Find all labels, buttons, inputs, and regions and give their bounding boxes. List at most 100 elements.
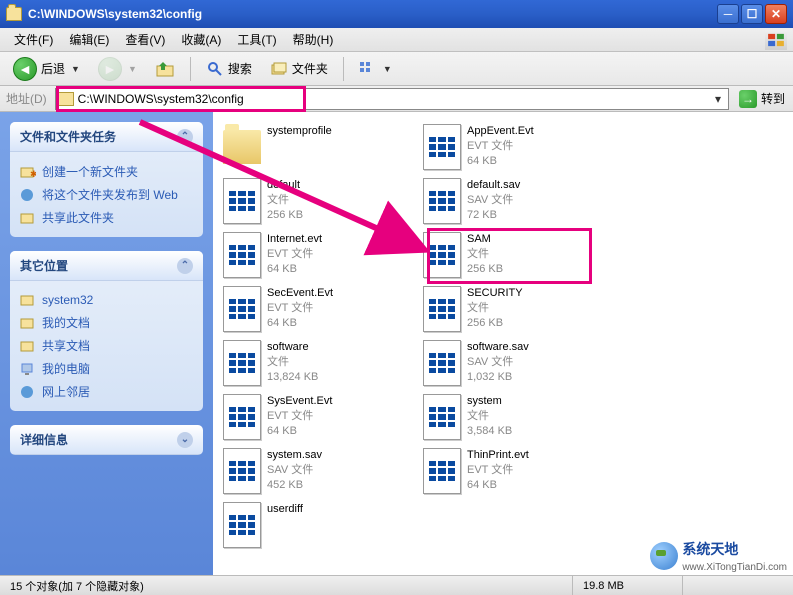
file-meta: SAM文件256 KB [467, 232, 503, 278]
chevron-down-icon: ⌄ [177, 432, 193, 448]
folders-button[interactable]: 文件夹 [263, 56, 335, 82]
menu-favorites[interactable]: 收藏(A) [173, 29, 229, 50]
file-item[interactable]: SecEvent.EvtEVT 文件64 KB [221, 282, 421, 336]
go-button[interactable]: → 转到 [735, 88, 789, 110]
menu-file[interactable]: 文件(F) [6, 29, 61, 50]
file-meta: ThinPrint.evtEVT 文件64 KB [467, 448, 529, 494]
file-size: 64 KB [267, 424, 332, 439]
address-input-wrap[interactable]: ▾ [55, 88, 729, 110]
file-item[interactable]: system.savSAV 文件452 KB [221, 444, 421, 498]
file-item[interactable]: default.savSAV 文件72 KB [421, 174, 621, 228]
place-label: 我的电脑 [42, 360, 90, 377]
menu-edit[interactable]: 编辑(E) [61, 29, 117, 50]
address-dropdown-icon[interactable]: ▾ [710, 92, 726, 106]
file-item[interactable]: software.savSAV 文件1,032 KB [421, 336, 621, 390]
file-item[interactable]: default文件256 KB [221, 174, 421, 228]
windows-logo-icon [765, 30, 787, 50]
file-size: 64 KB [467, 478, 529, 493]
minimize-button[interactable]: ─ [717, 4, 739, 24]
toolbar-separator-2 [343, 57, 344, 81]
file-type: EVT 文件 [267, 247, 322, 262]
address-input[interactable] [78, 92, 710, 106]
place-label: system32 [42, 293, 93, 307]
up-button[interactable] [148, 56, 182, 82]
file-type: 文件 [267, 355, 318, 370]
file-item[interactable]: AppEvent.EvtEVT 文件64 KB [421, 120, 621, 174]
folders-label: 文件夹 [292, 60, 328, 77]
file-item[interactable]: SAM文件256 KB [421, 228, 621, 282]
file-item[interactable]: Internet.evtEVT 文件64 KB [221, 228, 421, 282]
file-icon [423, 232, 461, 278]
file-icon [223, 340, 261, 386]
maximize-button[interactable]: ☐ [741, 4, 763, 24]
file-item[interactable]: SECURITY文件256 KB [421, 282, 621, 336]
file-name: default.sav [467, 178, 520, 193]
file-name: software [267, 340, 318, 355]
close-button[interactable]: ✕ [765, 4, 787, 24]
file-item[interactable]: system文件3,584 KB [421, 390, 621, 444]
task-share-folder[interactable]: 共享此文件夹 [20, 206, 193, 229]
details-panel-header[interactable]: 详细信息 ⌄ [10, 425, 203, 455]
back-button[interactable]: ◄ 后退 ▼ [6, 53, 87, 85]
file-icon [423, 286, 461, 332]
tasks-panel-header[interactable]: 文件和文件夹任务 ⌃ [10, 122, 203, 152]
search-button[interactable]: 搜索 [199, 56, 259, 82]
menu-tools[interactable]: 工具(T) [229, 29, 284, 50]
file-name: system [467, 394, 512, 409]
task-label: 创建一个新文件夹 [42, 163, 138, 180]
file-item[interactable]: SysEvent.EvtEVT 文件64 KB [221, 390, 421, 444]
status-size: 19.8 MB [573, 576, 683, 595]
file-type: EVT 文件 [267, 409, 332, 424]
file-name: system.sav [267, 448, 322, 463]
file-icon [223, 232, 261, 278]
file-name: systemprofile [267, 124, 332, 139]
status-zone [683, 576, 793, 595]
new-folder-icon: ✱ [20, 164, 36, 180]
file-meta: SECURITY文件256 KB [467, 286, 523, 332]
place-my-computer[interactable]: 我的电脑 [20, 357, 193, 380]
file-size: 256 KB [467, 262, 503, 277]
file-icon [423, 448, 461, 494]
file-name: SecEvent.Evt [267, 286, 333, 301]
back-dropdown-icon[interactable]: ▼ [71, 64, 80, 74]
views-dropdown-icon[interactable]: ▼ [383, 64, 392, 74]
place-system32[interactable]: system32 [20, 289, 193, 311]
go-label: 转到 [761, 90, 785, 107]
toolbar-separator [190, 57, 191, 81]
file-item[interactable]: systemprofile [221, 120, 421, 174]
menu-view[interactable]: 查看(V) [117, 29, 173, 50]
file-icon [223, 448, 261, 494]
file-item[interactable]: software文件13,824 KB [221, 336, 421, 390]
file-item[interactable]: ThinPrint.evtEVT 文件64 KB [421, 444, 621, 498]
file-meta: system.savSAV 文件452 KB [267, 448, 322, 494]
globe-icon [650, 542, 678, 570]
file-icon [223, 178, 261, 224]
toolbar: ◄ 后退 ▼ ► ▼ 搜索 文件夹 ▼ [0, 52, 793, 86]
file-icon [423, 178, 461, 224]
place-label: 我的文档 [42, 314, 90, 331]
file-meta: Internet.evtEVT 文件64 KB [267, 232, 322, 278]
file-type: 文件 [267, 193, 303, 208]
place-shared-documents[interactable]: 共享文档 [20, 334, 193, 357]
task-label: 将这个文件夹发布到 Web [42, 186, 178, 203]
file-size: 452 KB [267, 478, 322, 493]
file-size: 64 KB [267, 316, 333, 331]
details-panel-title: 详细信息 [20, 431, 68, 448]
tasks-panel-title: 文件和文件夹任务 [20, 128, 116, 145]
shared-folder-icon [20, 338, 36, 354]
task-publish-web[interactable]: 将这个文件夹发布到 Web [20, 183, 193, 206]
place-my-documents[interactable]: 我的文档 [20, 311, 193, 334]
address-label: 地址(D) [4, 90, 49, 107]
back-arrow-icon: ◄ [13, 57, 37, 81]
task-label: 共享此文件夹 [42, 209, 114, 226]
chevron-up-icon: ⌃ [177, 129, 193, 145]
menu-help[interactable]: 帮助(H) [285, 29, 342, 50]
task-new-folder[interactable]: ✱ 创建一个新文件夹 [20, 160, 193, 183]
views-button[interactable]: ▼ [352, 56, 399, 82]
places-panel-header[interactable]: 其它位置 ⌃ [10, 251, 203, 281]
file-item[interactable]: userdiff [221, 498, 421, 552]
place-network[interactable]: 网上邻居 [20, 380, 193, 403]
file-name: userdiff [267, 502, 303, 517]
search-label: 搜索 [228, 60, 252, 77]
file-list[interactable]: systemprofile default文件256 KBInternet.evt… [213, 112, 793, 575]
